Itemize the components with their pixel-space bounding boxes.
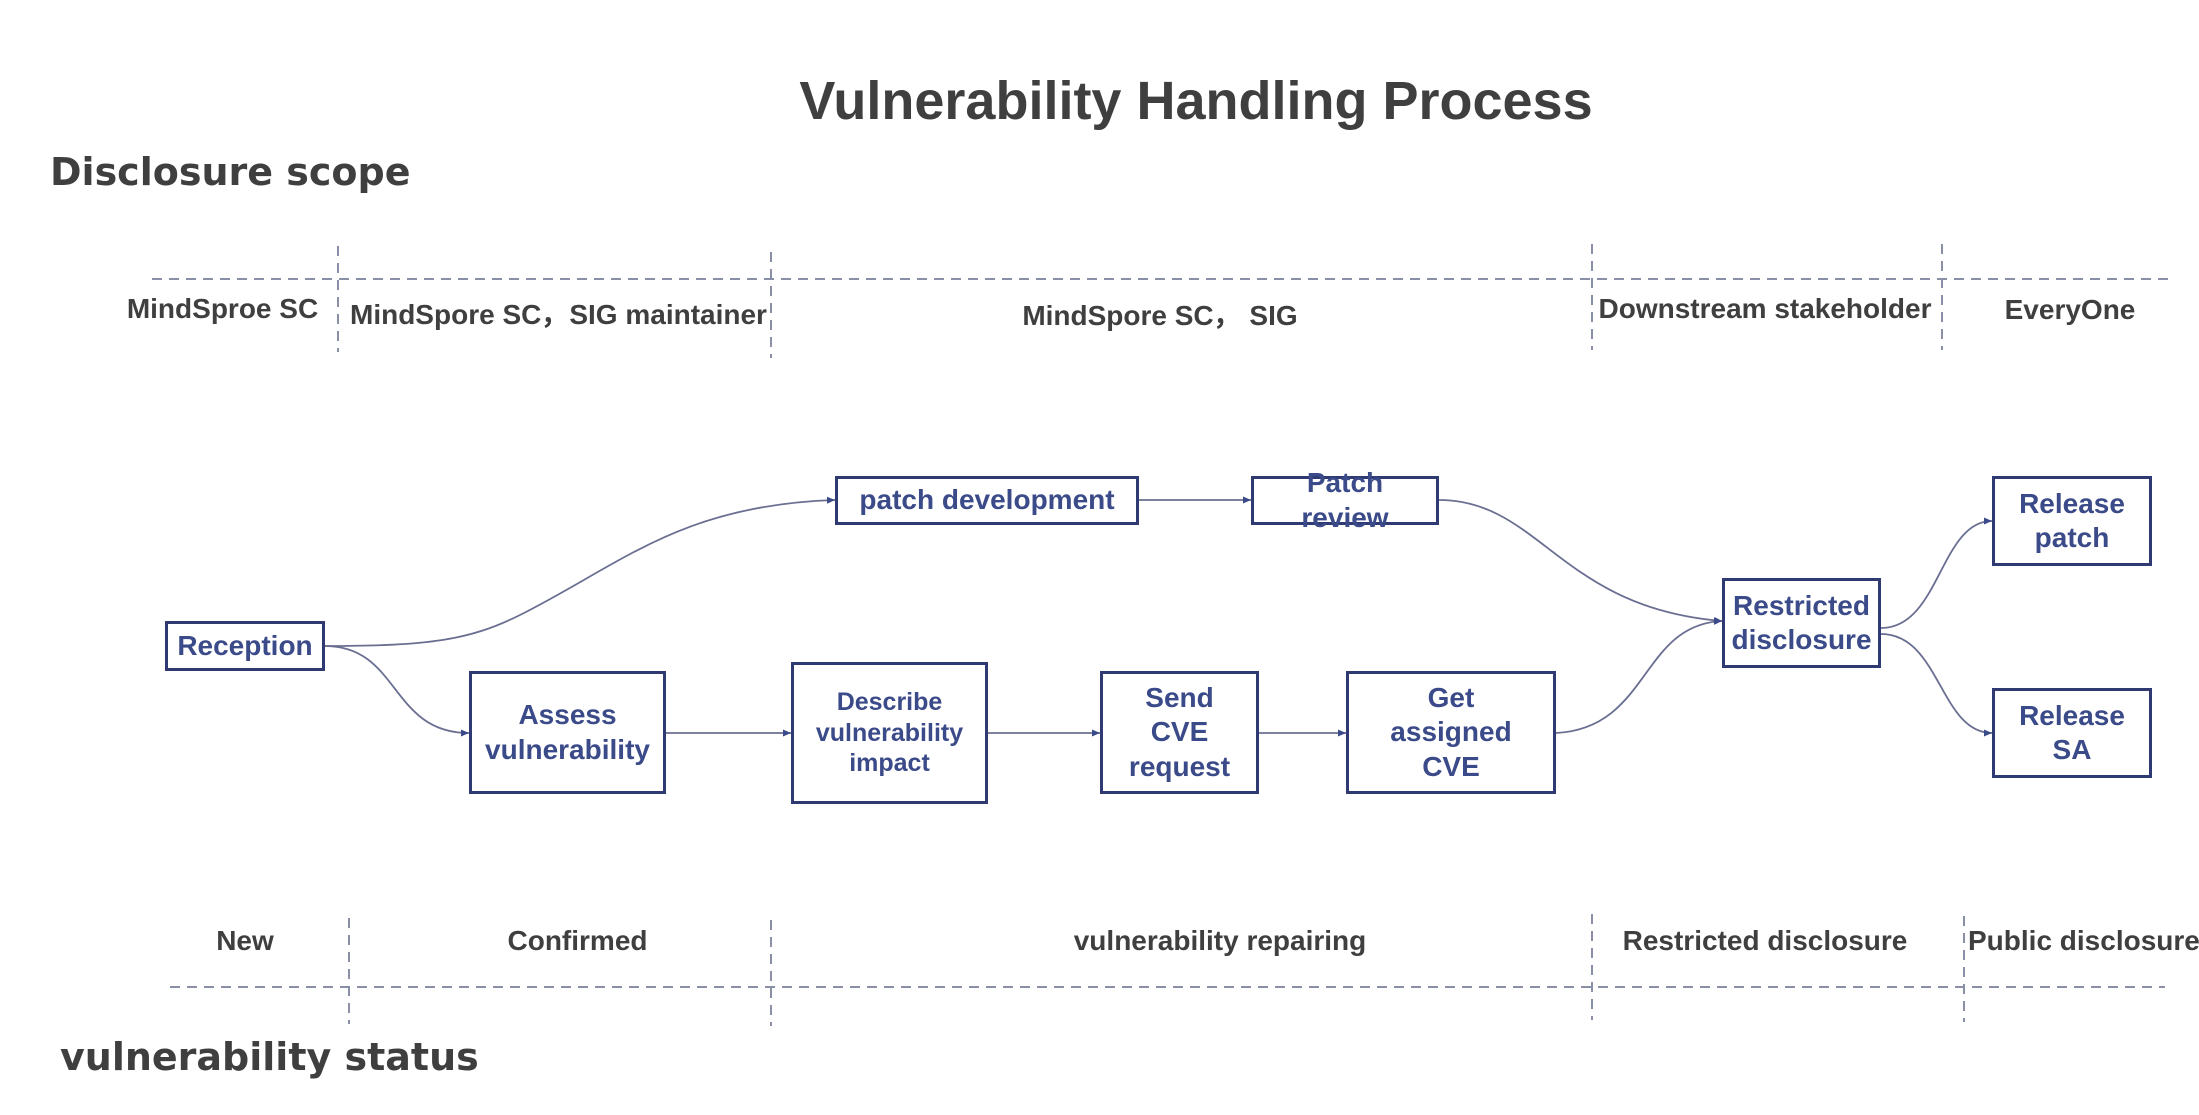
node-release-sa-label: Release SA	[2019, 699, 2125, 765]
node-assess-vulnerability: Assess vulnerability	[469, 671, 666, 794]
node-describe-impact-label: Describe vulnerability impact	[815, 688, 964, 778]
connector-patch-review-to-restricted-disclosure	[1438, 499, 1723, 624]
node-patch-review-label: Patch review	[1301, 467, 1389, 533]
scope-label-3: MindSpore SC， SIG	[1022, 300, 1298, 331]
connector-restricted-to-release-sa	[1880, 633, 1993, 737]
scope-label-2: MindSpore SC，SIG maintainer	[350, 299, 767, 330]
node-reception: Reception	[165, 621, 325, 671]
status-label-restricted: Restricted disclosure	[1622, 925, 1908, 956]
status-label-repairing: vulnerability repairing	[1073, 925, 1367, 956]
status-label-new: New	[216, 925, 274, 956]
connector-reception-to-patch-development	[324, 496, 836, 647]
node-patch-development-label: patch development	[859, 484, 1115, 516]
node-send-cve-request-label: Send CVE request	[1128, 682, 1231, 782]
connector-restricted-to-release-patch	[1880, 517, 1993, 629]
status-label-public: Public disclosure	[1968, 925, 2199, 956]
status-label-confirmed: Confirmed	[507, 925, 648, 956]
scope-label-1: MindSproe SC	[126, 293, 319, 324]
node-restricted-disclosure: Restricted disclosure	[1722, 578, 1881, 668]
node-patch-review: Patch review	[1251, 467, 1439, 533]
connector-get-cve-to-restricted-disclosure	[1555, 617, 1723, 734]
node-release-sa: Release SA	[1992, 688, 2152, 778]
scope-label-5: EveryOne	[2004, 294, 2136, 325]
node-restricted-disclosure-label: Restricted disclosure	[1731, 589, 1872, 655]
node-reception-label: Reception	[177, 629, 313, 661]
node-get-assigned-cve: Get assigned CVE	[1346, 671, 1556, 794]
node-release-patch: Release patch	[1992, 476, 2152, 566]
scope-label-4: Downstream stakeholder	[1598, 293, 1932, 324]
node-describe-impact: Describe vulnerability impact	[791, 662, 988, 804]
node-send-cve-request: Send CVE request	[1100, 671, 1259, 794]
connector-reception-to-assess	[324, 645, 470, 737]
node-patch-development: patch development	[835, 476, 1139, 525]
node-assess-vulnerability-label: Assess vulnerability	[485, 699, 650, 765]
node-release-patch-label: Release patch	[2019, 487, 2125, 553]
node-get-assigned-cve-label: Get assigned CVE	[1390, 682, 1512, 782]
